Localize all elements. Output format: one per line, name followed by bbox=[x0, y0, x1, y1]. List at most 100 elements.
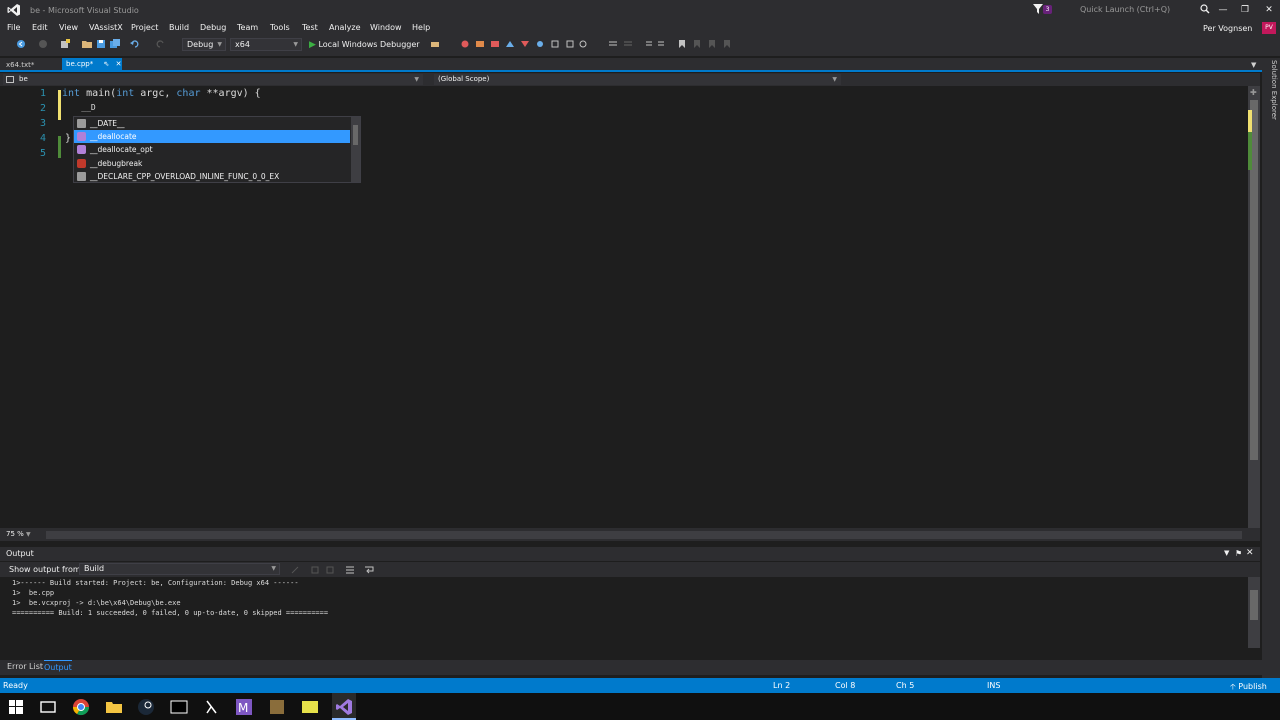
tab-overflow-icon[interactable]: ▼ bbox=[1251, 61, 1256, 69]
tab-x64-txt[interactable]: x64.txt* bbox=[6, 61, 34, 69]
user-name[interactable]: Per Vognsen bbox=[1203, 24, 1252, 33]
toolbar-tool-icon-8[interactable] bbox=[578, 39, 588, 49]
forward-icon[interactable] bbox=[38, 39, 48, 49]
debug-target-icon[interactable] bbox=[430, 39, 440, 49]
editor-horizontal-scrollbar[interactable] bbox=[46, 531, 1242, 539]
bookmark-icon[interactable] bbox=[677, 39, 687, 49]
chrome-icon[interactable] bbox=[71, 697, 91, 717]
toolbar-tool-icon-5[interactable] bbox=[535, 39, 545, 49]
emacs-icon[interactable]: M bbox=[234, 697, 254, 717]
project-dropdown-value: be bbox=[19, 75, 28, 83]
notifications-flag-icon[interactable] bbox=[1033, 4, 1043, 14]
toolbar-tool-icon-7[interactable] bbox=[565, 39, 575, 49]
windows-start-icon[interactable] bbox=[6, 697, 26, 717]
tab-error-list[interactable]: Error List bbox=[7, 662, 43, 671]
word-wrap-icon[interactable] bbox=[364, 565, 374, 575]
changed-lines-indicator bbox=[58, 90, 61, 120]
breakpoint-icon[interactable] bbox=[460, 39, 470, 49]
next-message-icon[interactable] bbox=[325, 565, 335, 575]
minimize-button[interactable]: — bbox=[1215, 3, 1231, 17]
visual-studio-icon[interactable] bbox=[334, 697, 354, 717]
project-dropdown[interactable]: be ▼ bbox=[3, 74, 423, 85]
tab-be-cpp[interactable]: be.cpp* ⇖ ✕ bbox=[62, 58, 122, 71]
status-text: Ready bbox=[3, 681, 28, 690]
platform-value: x64 bbox=[235, 40, 250, 49]
intellisense-scroll-thumb[interactable] bbox=[353, 125, 358, 145]
save-all-icon[interactable] bbox=[110, 39, 120, 49]
open-file-icon[interactable] bbox=[82, 39, 92, 49]
bookmark-next-icon[interactable] bbox=[707, 39, 717, 49]
task-view-icon[interactable] bbox=[38, 697, 58, 717]
pin-icon[interactable]: ⚑ bbox=[1235, 549, 1242, 558]
terminal-icon[interactable] bbox=[169, 697, 189, 717]
scope-dropdown[interactable]: (Global Scope) ▼ bbox=[434, 74, 841, 85]
pin-icon[interactable]: ⇖ bbox=[103, 60, 109, 68]
platform-dropdown[interactable]: x64 ▼ bbox=[230, 38, 302, 51]
menu-analyze[interactable]: Analyze bbox=[329, 23, 361, 32]
project-icon bbox=[6, 76, 14, 83]
show-output-from-value: Build bbox=[84, 564, 105, 573]
file-explorer-icon[interactable] bbox=[104, 697, 124, 717]
split-editor-icon[interactable]: ✚ bbox=[1250, 88, 1257, 97]
visual-studio-logo-icon bbox=[7, 4, 20, 16]
toolbar-tool-icon-4[interactable] bbox=[520, 39, 530, 49]
folder-icon[interactable] bbox=[300, 697, 320, 717]
tab-output[interactable]: Output bbox=[44, 660, 72, 674]
panel-menu-icon[interactable]: ▼ bbox=[1224, 549, 1229, 557]
menu-project[interactable]: Project bbox=[131, 23, 158, 32]
avatar[interactable]: PV bbox=[1262, 22, 1276, 34]
bookmark-clear-icon[interactable] bbox=[722, 39, 732, 49]
toolbar-tool-icon-1[interactable] bbox=[475, 39, 485, 49]
menu-team[interactable]: Team bbox=[237, 23, 258, 32]
start-debugging-button[interactable]: ▶ Local Windows Debugger bbox=[309, 38, 420, 51]
window-title: be - Microsoft Visual Studio bbox=[30, 6, 139, 15]
menu-debug[interactable]: Debug bbox=[200, 23, 226, 32]
toolbar-tool-icon-2[interactable] bbox=[490, 39, 500, 49]
prev-message-icon[interactable] bbox=[310, 565, 320, 575]
new-project-icon[interactable] bbox=[60, 39, 70, 49]
clear-all-icon[interactable] bbox=[345, 565, 355, 575]
intellisense-item[interactable]: __DECLARE_CPP_OVERLOAD_INLINE_FUNC_0_0_E… bbox=[74, 170, 350, 183]
comment-icon[interactable] bbox=[608, 39, 618, 49]
menu-file[interactable]: File bbox=[7, 23, 20, 32]
steam-icon[interactable] bbox=[136, 697, 156, 717]
menu-tools[interactable]: Tools bbox=[270, 23, 290, 32]
git-icon[interactable] bbox=[202, 697, 222, 717]
redo-icon[interactable] bbox=[155, 39, 165, 49]
zoom-level-dropdown[interactable]: 75 % ▼ bbox=[6, 530, 31, 538]
menu-vassistx[interactable]: VAssistX bbox=[89, 23, 123, 32]
keyword: char bbox=[176, 88, 201, 99]
menu-edit[interactable]: Edit bbox=[32, 23, 48, 32]
intellisense-item[interactable]: __debugbreak bbox=[74, 157, 350, 170]
close-tab-icon[interactable]: ✕ bbox=[116, 60, 122, 68]
save-icon[interactable] bbox=[96, 39, 106, 49]
menu-build[interactable]: Build bbox=[169, 23, 189, 32]
bookmark-prev-icon[interactable] bbox=[692, 39, 702, 49]
quick-launch-input[interactable]: Quick Launch (Ctrl+Q) bbox=[1071, 2, 1215, 18]
uncomment-icon[interactable] bbox=[623, 39, 633, 49]
intellisense-item[interactable]: __deallocate bbox=[74, 130, 350, 143]
solution-explorer-tab[interactable]: Solution Explorer bbox=[1264, 60, 1278, 120]
menu-test[interactable]: Test bbox=[302, 23, 318, 32]
menu-view[interactable]: View bbox=[59, 23, 78, 32]
output-scroll-thumb[interactable] bbox=[1250, 590, 1258, 620]
close-panel-icon[interactable]: ✕ bbox=[1246, 548, 1254, 558]
intellisense-item[interactable]: __deallocate_opt bbox=[74, 143, 350, 156]
find-message-icon[interactable] bbox=[290, 565, 300, 575]
toolbar-tool-icon-3[interactable] bbox=[505, 39, 515, 49]
solution-config-dropdown[interactable]: Debug ▼ bbox=[182, 38, 226, 51]
toolbar-tool-icon-6[interactable] bbox=[550, 39, 560, 49]
menu-window[interactable]: Window bbox=[370, 23, 402, 32]
close-button[interactable]: ✕ bbox=[1261, 3, 1277, 17]
notification-badge[interactable]: 3 bbox=[1043, 5, 1052, 14]
app-icon[interactable] bbox=[267, 697, 287, 717]
undo-icon[interactable] bbox=[130, 39, 140, 49]
search-icon[interactable] bbox=[1200, 4, 1210, 14]
restore-button[interactable]: ❐ bbox=[1237, 3, 1253, 17]
intellisense-item[interactable]: __DATE__ bbox=[74, 117, 350, 130]
show-output-from-dropdown[interactable]: Build ▼ bbox=[79, 563, 280, 575]
outdent-icon[interactable] bbox=[657, 39, 667, 49]
indent-icon[interactable] bbox=[643, 39, 653, 49]
menu-help[interactable]: Help bbox=[412, 23, 430, 32]
back-icon[interactable] bbox=[16, 39, 26, 49]
